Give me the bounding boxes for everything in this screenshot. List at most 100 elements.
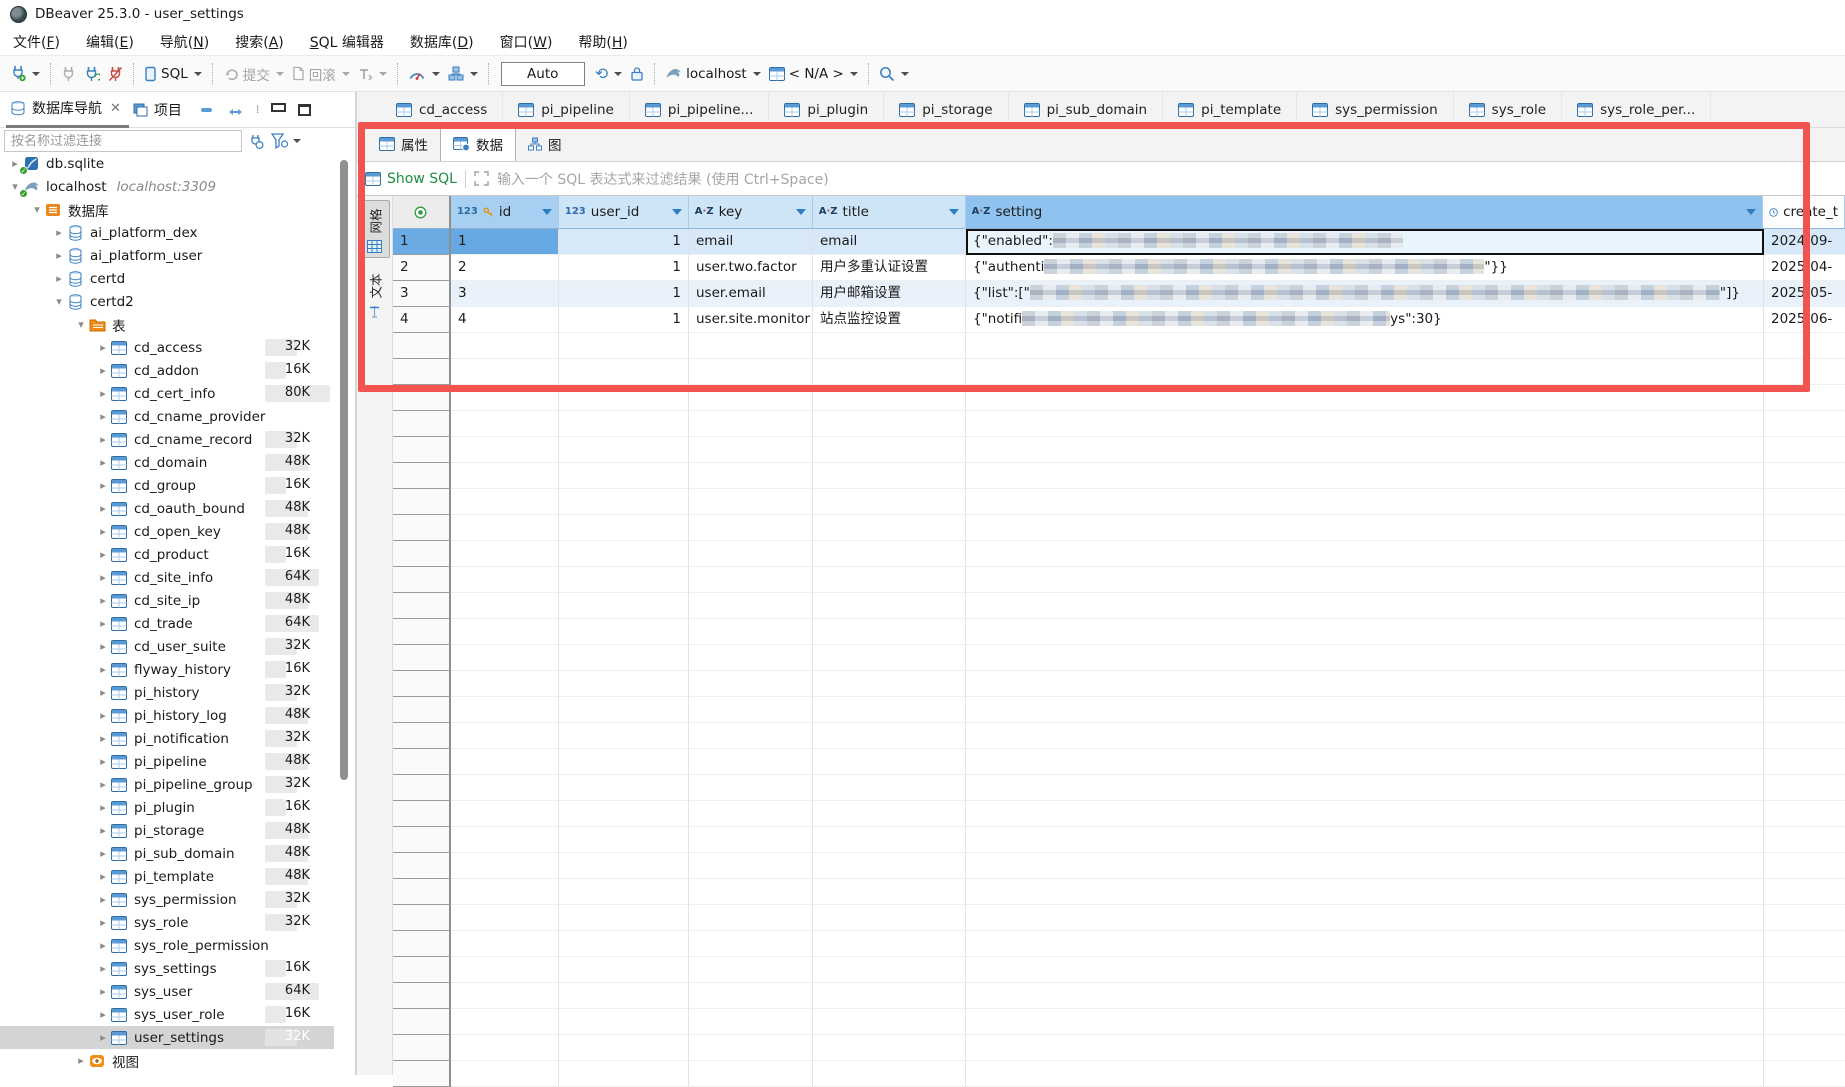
empty-cell[interactable] [689, 437, 813, 463]
sidebar-scrollbar-thumb[interactable] [340, 160, 348, 780]
tree-item-pi_storage[interactable]: ▸pi_storage48K [0, 819, 334, 842]
empty-cell[interactable] [966, 957, 1764, 983]
empty-cell[interactable] [559, 931, 689, 957]
empty-cell[interactable] [451, 671, 559, 697]
empty-cell[interactable] [451, 385, 559, 411]
dropdown-caret[interactable] [32, 72, 40, 76]
dropdown-caret[interactable] [276, 72, 284, 76]
empty-cell[interactable] [559, 541, 689, 567]
chevron-right-icon[interactable]: ▸ [96, 1031, 110, 1044]
empty-cell[interactable] [966, 515, 1764, 541]
empty-cell[interactable] [813, 723, 966, 749]
empty-cell[interactable] [689, 645, 813, 671]
empty-cell[interactable] [451, 463, 559, 489]
empty-cell[interactable] [1764, 619, 1845, 645]
empty-cell[interactable] [559, 1035, 689, 1061]
cell-setting[interactable]: {"list":[""]} [966, 281, 1764, 307]
column-filter-caret[interactable] [949, 209, 959, 215]
empty-cell[interactable] [559, 801, 689, 827]
column-header-key[interactable]: A·Zkey [689, 196, 813, 229]
empty-cell[interactable] [689, 723, 813, 749]
tree-item-pi_sub_domain[interactable]: ▸pi_sub_domain48K [0, 842, 334, 865]
cell-title[interactable]: 用户邮箱设置 [813, 281, 966, 307]
connect-button[interactable] [57, 63, 80, 85]
link-selection-icon[interactable] [228, 104, 244, 116]
expand-filter-icon[interactable] [474, 171, 489, 186]
schema-compare-button[interactable] [444, 63, 482, 84]
empty-cell[interactable] [451, 983, 559, 1009]
chevron-right-icon[interactable]: ▸ [96, 433, 110, 446]
empty-cell[interactable] [1764, 1035, 1845, 1061]
empty-cell[interactable] [966, 983, 1764, 1009]
cell-key[interactable]: user.two.factor [689, 255, 813, 281]
show-sql-button[interactable]: Show SQL [365, 171, 457, 187]
empty-cell[interactable] [1764, 385, 1845, 411]
empty-cell[interactable] [559, 437, 689, 463]
chevron-right-icon[interactable]: ▸ [96, 525, 110, 538]
chevron-right-icon[interactable]: ▸ [96, 479, 110, 492]
cell-create-time[interactable]: 2025-06- [1764, 307, 1845, 333]
select-all-cell[interactable] [393, 196, 451, 229]
empty-cell[interactable] [966, 853, 1764, 879]
chevron-right-icon[interactable]: ▸ [96, 801, 110, 814]
cell-setting[interactable]: {"notifiys":30} [966, 307, 1764, 333]
empty-cell[interactable] [689, 385, 813, 411]
empty-cell[interactable] [559, 463, 689, 489]
empty-cell[interactable] [1764, 1061, 1845, 1087]
empty-cell[interactable] [1764, 671, 1845, 697]
sql-editor-button[interactable]: SQL [140, 63, 206, 85]
reconnect-button[interactable] [80, 63, 104, 85]
cell-user-id[interactable]: 1 [559, 229, 689, 255]
dropdown-caret[interactable] [850, 72, 858, 76]
tree-item-flyway_history[interactable]: ▸flyway_history16K [0, 658, 334, 681]
menu-item-3[interactable]: 导航(N) [147, 29, 222, 55]
menu-item-2[interactable]: 编辑(E) [73, 29, 147, 55]
column-filter-caret[interactable] [1746, 209, 1756, 215]
row-number-cell[interactable] [393, 489, 451, 515]
empty-cell[interactable] [689, 957, 813, 983]
empty-cell[interactable] [813, 749, 966, 775]
empty-cell[interactable] [451, 723, 559, 749]
tree-item-localhost[interactable]: ▾✓localhostlocalhost:3309 [0, 175, 334, 198]
tree-item-cd_cname_record[interactable]: ▸cd_cname_record32K [0, 428, 334, 451]
row-number-cell[interactable] [393, 853, 451, 879]
filter-placeholder-text[interactable]: 输入一个 SQL 表达式来过滤结果 (使用 Ctrl+Space) [497, 169, 829, 189]
empty-cell[interactable] [1764, 957, 1845, 983]
cell-key[interactable]: email [689, 229, 813, 255]
empty-cell[interactable] [1764, 749, 1845, 775]
empty-cell[interactable] [559, 333, 689, 359]
chevron-right-icon[interactable]: ▸ [96, 870, 110, 883]
empty-cell[interactable] [813, 489, 966, 515]
row-number-cell[interactable] [393, 333, 451, 359]
cell-id[interactable]: 2 [451, 255, 559, 281]
empty-cell[interactable] [559, 697, 689, 723]
empty-cell[interactable] [689, 879, 813, 905]
chevron-down-icon[interactable]: ▾ [52, 295, 66, 308]
cell-title[interactable]: 站点监控设置 [813, 307, 966, 333]
empty-cell[interactable] [451, 905, 559, 931]
chevron-right-icon[interactable]: ▸ [96, 663, 110, 676]
column-header-title[interactable]: A·Ztitle [813, 196, 966, 229]
empty-cell[interactable] [559, 645, 689, 671]
chevron-right-icon[interactable]: ▸ [96, 732, 110, 745]
tree-item-certd[interactable]: ▸certd [0, 267, 334, 290]
tree-item-cd_site_info[interactable]: ▸cd_site_info64K [0, 566, 334, 589]
empty-cell[interactable] [559, 489, 689, 515]
empty-cell[interactable] [559, 983, 689, 1009]
tree-item-sys_settings[interactable]: ▸sys_settings16K [0, 957, 334, 980]
empty-cell[interactable] [559, 411, 689, 437]
editor-tab-sys_permission[interactable]: sys_permission [1297, 92, 1454, 127]
editor-tab-sys_role_per[interactable]: sys_role_per... [1562, 92, 1711, 127]
tree-item-ai_platform_dex[interactable]: ▸ai_platform_dex [0, 221, 334, 244]
empty-cell[interactable] [966, 1035, 1764, 1061]
row-number-cell[interactable] [393, 905, 451, 931]
empty-cell[interactable] [689, 515, 813, 541]
maximize-view-icon[interactable] [298, 104, 311, 116]
transaction-mode-button[interactable] [354, 64, 391, 84]
empty-cell[interactable] [966, 1061, 1764, 1087]
menu-item-1[interactable]: 文件(F) [0, 29, 73, 55]
empty-cell[interactable] [559, 515, 689, 541]
empty-cell[interactable] [1764, 645, 1845, 671]
menu-item-8[interactable]: 帮助(H) [565, 29, 640, 55]
chevron-right-icon[interactable]: ▸ [96, 778, 110, 791]
